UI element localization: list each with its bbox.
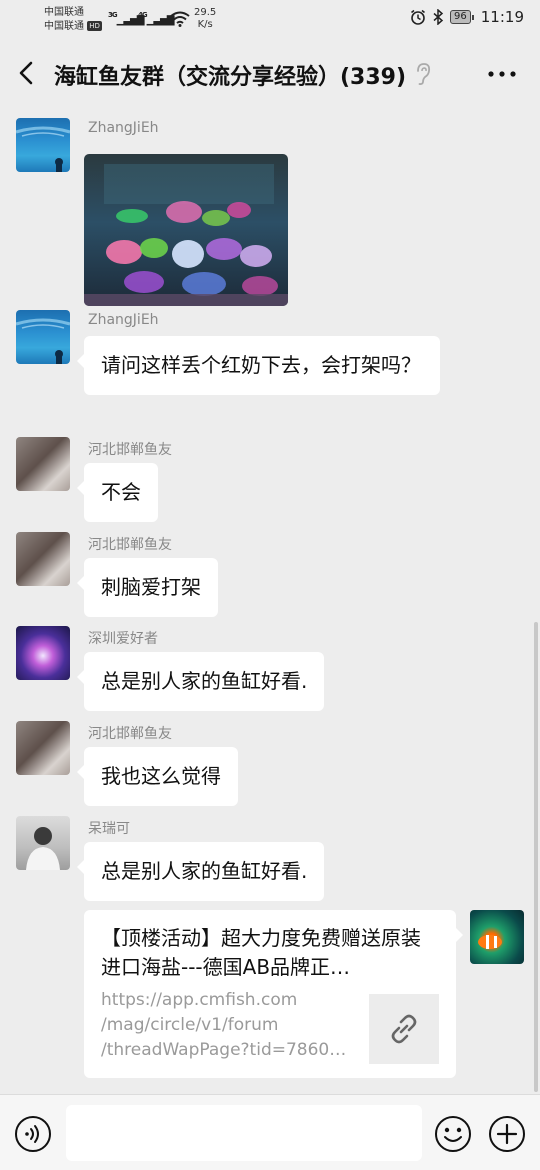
link-url: https://app.cmfish.com /mag/circle/v1/fo… — [101, 988, 353, 1063]
voice-icon[interactable] — [14, 1115, 52, 1153]
status-right: 96 11:19 — [410, 8, 524, 26]
ear-icon — [417, 63, 431, 85]
signal-4g-label: 4G — [138, 11, 148, 19]
avatar[interactable] — [16, 118, 70, 172]
self-avatar[interactable] — [470, 910, 524, 964]
sender-name: 呆瑞可 — [88, 821, 130, 837]
sender-name: 河北邯郸鱼友 — [88, 442, 172, 458]
alarm-icon — [411, 9, 426, 25]
plus-icon[interactable] — [488, 1115, 526, 1153]
avatar[interactable] — [16, 721, 70, 775]
carrier-1: 中国联通 — [44, 7, 84, 18]
network-speed: 29.5 K/s — [194, 7, 216, 31]
message-bubble[interactable]: 刺脑爱打架 — [77, 558, 218, 617]
clock: 11:19 — [480, 8, 524, 26]
avatar-ocean-image — [16, 318, 70, 364]
avatar-ocean-image — [16, 126, 70, 172]
signal-4g-icon: 4G▁▃▅▇ — [138, 11, 174, 26]
link-url-line: https://app.cmfish.com — [101, 990, 298, 1010]
sender-name: ZhangJiEh — [88, 120, 159, 136]
bluetooth-icon — [433, 9, 444, 25]
avatar[interactable] — [16, 626, 70, 680]
message-list[interactable]: ZhangJiEh ZhangJiEh 请问这样丢个红奶下去，会打架吗？ 河北邯… — [0, 106, 540, 1094]
link-title: 【顶楼活动】超大力度免费赠送原装进口海盐---德国AB品牌正… — [101, 926, 421, 979]
chat-title: 海缸鱼友群（交流分享经验）(339) — [54, 65, 407, 90]
more-icon[interactable] — [486, 62, 518, 86]
chat-header: 海缸鱼友群（交流分享经验）(339) — [0, 40, 540, 106]
aquarium-photo[interactable] — [84, 154, 288, 306]
scrollbar[interactable] — [534, 622, 538, 1092]
avatar[interactable] — [16, 816, 70, 870]
sender-name: 深圳爱好者 — [88, 631, 158, 647]
carrier-info: 中国联通 中国联通 HD — [44, 6, 102, 34]
sender-name: 河北邯郸鱼友 — [88, 537, 172, 553]
input-bar — [0, 1094, 540, 1170]
link-url-line: /threadWapPage?tid=78601… — [101, 1040, 353, 1060]
link-card[interactable]: 【顶楼活动】超大力度免费赠送原装进口海盐---德国AB品牌正… https://… — [84, 910, 463, 1078]
back-arrow-icon[interactable] — [14, 58, 40, 88]
message-bubble[interactable]: 我也这么觉得 — [77, 747, 238, 806]
message-bubble[interactable]: 总是别人家的鱼缸好看. — [76, 652, 325, 711]
avatar[interactable] — [16, 532, 70, 586]
link-thumbnail — [369, 994, 439, 1064]
aquarium-image — [84, 154, 288, 306]
clownfish-image — [478, 935, 502, 949]
speed-unit: K/s — [197, 19, 213, 30]
message-bubble[interactable]: 请问这样丢个红奶下去，会打架吗？ — [77, 336, 440, 395]
message-bubble[interactable]: 不会 — [77, 463, 158, 522]
carrier-2: 中国联通 — [44, 21, 84, 32]
message-input[interactable] — [66, 1105, 422, 1161]
speed-value: 29.5 — [194, 7, 217, 18]
avatar[interactable] — [16, 310, 70, 364]
status-bar: 中国联通 中国联通 HD 3G▁▃▅▇ 4G▁▃▅▇ 29.5 K/s 96 1… — [0, 0, 540, 40]
wifi-icon — [170, 11, 190, 27]
link-icon — [391, 1014, 417, 1044]
emoji-icon[interactable] — [434, 1115, 472, 1153]
sender-name: ZhangJiEh — [88, 312, 159, 328]
message-bubble[interactable]: 总是别人家的鱼缸好看. — [76, 842, 325, 901]
link-url-line: /mag/circle/v1/forum — [101, 1015, 279, 1035]
avatar-person-image — [26, 827, 60, 870]
hd-badge: HD — [87, 21, 102, 31]
signal-3g-label: 3G — [108, 11, 118, 19]
sender-name: 河北邯郸鱼友 — [88, 726, 172, 742]
avatar[interactable] — [16, 437, 70, 491]
battery-indicator: 96 — [450, 10, 474, 24]
